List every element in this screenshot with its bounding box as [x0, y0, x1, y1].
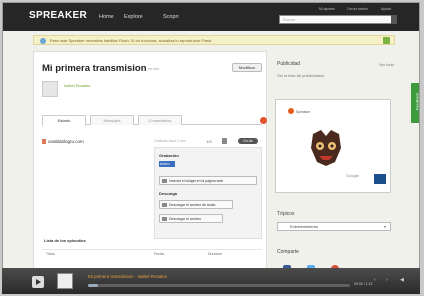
topic-select[interactable]: Entretenimiento ▾	[277, 222, 391, 231]
episode-list-heading: Lista de los episodios	[44, 238, 86, 243]
episode-count: 1/3	[206, 139, 212, 144]
sidebar-link[interactable]: Ver la lista de publicidades	[277, 73, 324, 78]
notice-text: Para usar Spreaker necesitas habilitar F…	[50, 38, 213, 43]
ad-preview[interactable]: Spreaker Google	[275, 99, 391, 193]
code-icon	[162, 179, 167, 183]
chevron-down-icon: ▾	[383, 224, 386, 229]
episode-url[interactable]: unablablogru.com	[48, 139, 84, 144]
play-button[interactable]	[32, 276, 44, 288]
info-icon	[40, 38, 46, 44]
audio-player: Mi primera transmision · Isabel Rosales …	[2, 268, 420, 294]
util-logout-link[interactable]: Cerrar sesión	[347, 7, 368, 11]
status-value: Activo	[159, 161, 175, 167]
nav-explore[interactable]: Explore	[124, 14, 143, 20]
progress-fill	[88, 284, 99, 287]
episode-thumbnail	[42, 81, 58, 97]
download-audio-button[interactable]: Descargar el archivo de audio	[159, 200, 233, 209]
episode-main: Mi primera transmision en vivo Modificar…	[33, 51, 267, 269]
browser-window: SPREAKER Home Explore Scopri Mi ajustes …	[2, 2, 420, 294]
mask-image	[311, 130, 341, 166]
tab-comments[interactable]: Comentarios	[138, 115, 182, 125]
flash-notice: Para usar Spreaker necesitas habilitar F…	[33, 35, 395, 45]
util-help-link[interactable]: Ayuda	[381, 7, 391, 11]
google-logo: Google	[346, 173, 359, 178]
nav-discover[interactable]: Scopri	[163, 14, 179, 20]
player-title[interactable]: Mi primera transmision · Isabel Rosales	[88, 274, 167, 279]
progress-bar[interactable]	[88, 284, 350, 287]
preview-label: Spreaker	[296, 110, 311, 114]
share-heading: Comparte	[277, 249, 299, 255]
episode-title: Mi primera transmision	[42, 63, 147, 74]
download-icon	[162, 203, 167, 207]
volume-icon[interactable]: ◀	[400, 277, 406, 283]
column-title[interactable]: Título	[46, 252, 55, 256]
episode-list-header-row: Título Fecha Duración	[42, 249, 262, 258]
download-audio-label: Descargar el archivo de audio	[169, 203, 216, 207]
topic-heading: Tópicos	[277, 211, 295, 217]
close-notice-icon[interactable]	[383, 37, 390, 44]
trash-icon[interactable]	[222, 138, 227, 144]
feedback-label: Feedback	[414, 92, 420, 111]
play-icon	[36, 279, 41, 285]
tab-status[interactable]: Estado	[42, 115, 86, 126]
download-file-button[interactable]: Descargar el archivo	[159, 214, 223, 223]
episode-subtitle: en vivo	[148, 67, 160, 71]
util-settings-link[interactable]: Mi ajustes	[319, 7, 335, 11]
player-thumbnail	[57, 273, 73, 289]
download-file-label: Descargar el archivo	[169, 217, 202, 221]
see-all-link[interactable]: Ver todo	[379, 62, 394, 67]
spreaker-dot-icon	[288, 108, 294, 114]
embed-widget-button[interactable]: Insertar el widget en la página web	[159, 176, 257, 185]
player-time: 00:00 / 1:12	[354, 282, 373, 286]
column-date[interactable]: Fecha	[154, 252, 164, 256]
search-input[interactable]: Buscar	[279, 15, 395, 24]
on-air-toggle[interactable]: On Air	[238, 138, 258, 144]
edit-button[interactable]: Modificar	[232, 63, 262, 72]
download-heading: Descarga	[159, 191, 178, 196]
recorded-time: Grabado hace 2 min	[154, 139, 186, 143]
next-icon[interactable]: ›	[386, 277, 392, 283]
file-icon	[162, 217, 167, 221]
ad-button[interactable]	[374, 174, 386, 184]
topic-value: Entretenimiento	[290, 224, 319, 229]
column-duration[interactable]: Duración	[208, 252, 222, 256]
search-button[interactable]	[391, 15, 397, 24]
author-link[interactable]: Isabel Rosales	[64, 83, 90, 88]
previous-icon[interactable]: ‹	[374, 277, 380, 283]
notification-badge	[260, 117, 267, 124]
sidebar-heading: Publicidad	[277, 61, 301, 67]
top-bar: SPREAKER Home Explore Scopri Mi ajustes …	[3, 3, 419, 31]
link-icon	[42, 139, 46, 144]
embed-widget-label: Insertar el widget en la página web	[169, 179, 224, 183]
nav-home[interactable]: Home	[99, 14, 114, 20]
status-heading: Grabación	[159, 153, 179, 158]
episode-tabs: Estado Mensajes Comentarios	[42, 115, 262, 126]
feedback-tab[interactable]: Feedback	[411, 83, 420, 123]
spreaker-logo[interactable]: SPREAKER	[29, 10, 87, 21]
episode-actions-panel: Grabación Activo Insertar el widget en l…	[154, 147, 262, 239]
tab-messages[interactable]: Mensajes	[90, 115, 134, 125]
